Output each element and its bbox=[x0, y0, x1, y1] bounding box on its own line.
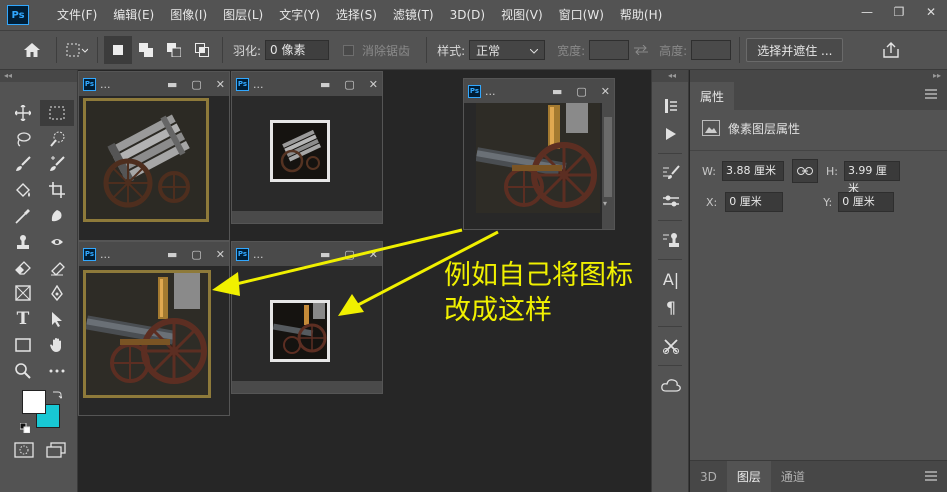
clone-source-icon[interactable] bbox=[652, 226, 690, 254]
link-icon[interactable] bbox=[791, 159, 818, 183]
actions-play-icon[interactable] bbox=[652, 120, 690, 148]
tab-channels[interactable]: 通道 bbox=[771, 461, 815, 492]
width-field[interactable]: 3.88 厘米 bbox=[721, 161, 784, 181]
height-label: H: bbox=[825, 164, 838, 178]
adjustments-icon[interactable] bbox=[652, 187, 690, 215]
double-chevron-icon: ◂◂ bbox=[667, 71, 677, 80]
properties-panel: ▸▸ 属性 像素图层属性 W: 3.88 厘米 H: 3.99 厘米 X: 0 … bbox=[690, 70, 947, 492]
tool-presets-icon[interactable] bbox=[652, 332, 690, 360]
size-row: W: 3.88 厘米 H: 3.99 厘米 bbox=[690, 155, 947, 195]
y-label: Y: bbox=[823, 195, 833, 209]
paragraph-panel-icon[interactable]: ¶ bbox=[652, 293, 690, 321]
position-row: X: 0 厘米 Y: 0 厘米 bbox=[690, 187, 947, 217]
double-chevron-icon: ▸▸ bbox=[932, 71, 941, 80]
history-panel-icon[interactable] bbox=[652, 92, 690, 120]
panel-collapse-handle[interactable]: ▸▸ bbox=[690, 70, 947, 82]
arrow-line-1 bbox=[231, 228, 463, 287]
tab-3d[interactable]: 3D bbox=[690, 461, 727, 492]
layers-panel-tabs: 3D 图层 通道 bbox=[690, 460, 947, 492]
panel-collapse-handle[interactable]: ◂◂ bbox=[652, 70, 688, 82]
y-field[interactable]: 0 厘米 bbox=[838, 192, 895, 212]
layer-type-row: 像素图层属性 bbox=[690, 110, 947, 146]
character-panel-icon[interactable]: A| bbox=[652, 265, 690, 293]
panel-menu-icon[interactable] bbox=[925, 470, 937, 484]
annotation-line-1: 例如自己将图标 bbox=[444, 260, 633, 291]
tab-properties[interactable]: 属性 bbox=[690, 82, 735, 110]
tab-layers[interactable]: 图层 bbox=[726, 460, 771, 492]
annotation-text: 例如自己将图标 改成这样 bbox=[444, 258, 633, 328]
libraries-icon[interactable] bbox=[652, 371, 690, 399]
brush-settings-icon[interactable] bbox=[652, 159, 690, 187]
annotation-line-2: 改成这样 bbox=[444, 295, 552, 326]
panel-menu-icon[interactable] bbox=[925, 88, 937, 102]
arrow-head-1 bbox=[212, 272, 240, 296]
pixel-layer-icon bbox=[702, 120, 720, 136]
width-label: W: bbox=[702, 164, 716, 178]
x-field[interactable]: 0 厘米 bbox=[725, 192, 784, 212]
photoshop-window: Ps 文件(F) 编辑(E) 图像(I) 图层(L) 文字(Y) 选择(S) 滤… bbox=[0, 0, 947, 492]
layer-type-label: 像素图层属性 bbox=[728, 121, 801, 136]
properties-tabs: 属性 bbox=[690, 82, 947, 110]
panel-dock-strip: ◂◂ A| ¶ bbox=[651, 70, 689, 492]
x-label: X: bbox=[706, 195, 718, 209]
height-field[interactable]: 3.99 厘米 bbox=[843, 161, 900, 195]
